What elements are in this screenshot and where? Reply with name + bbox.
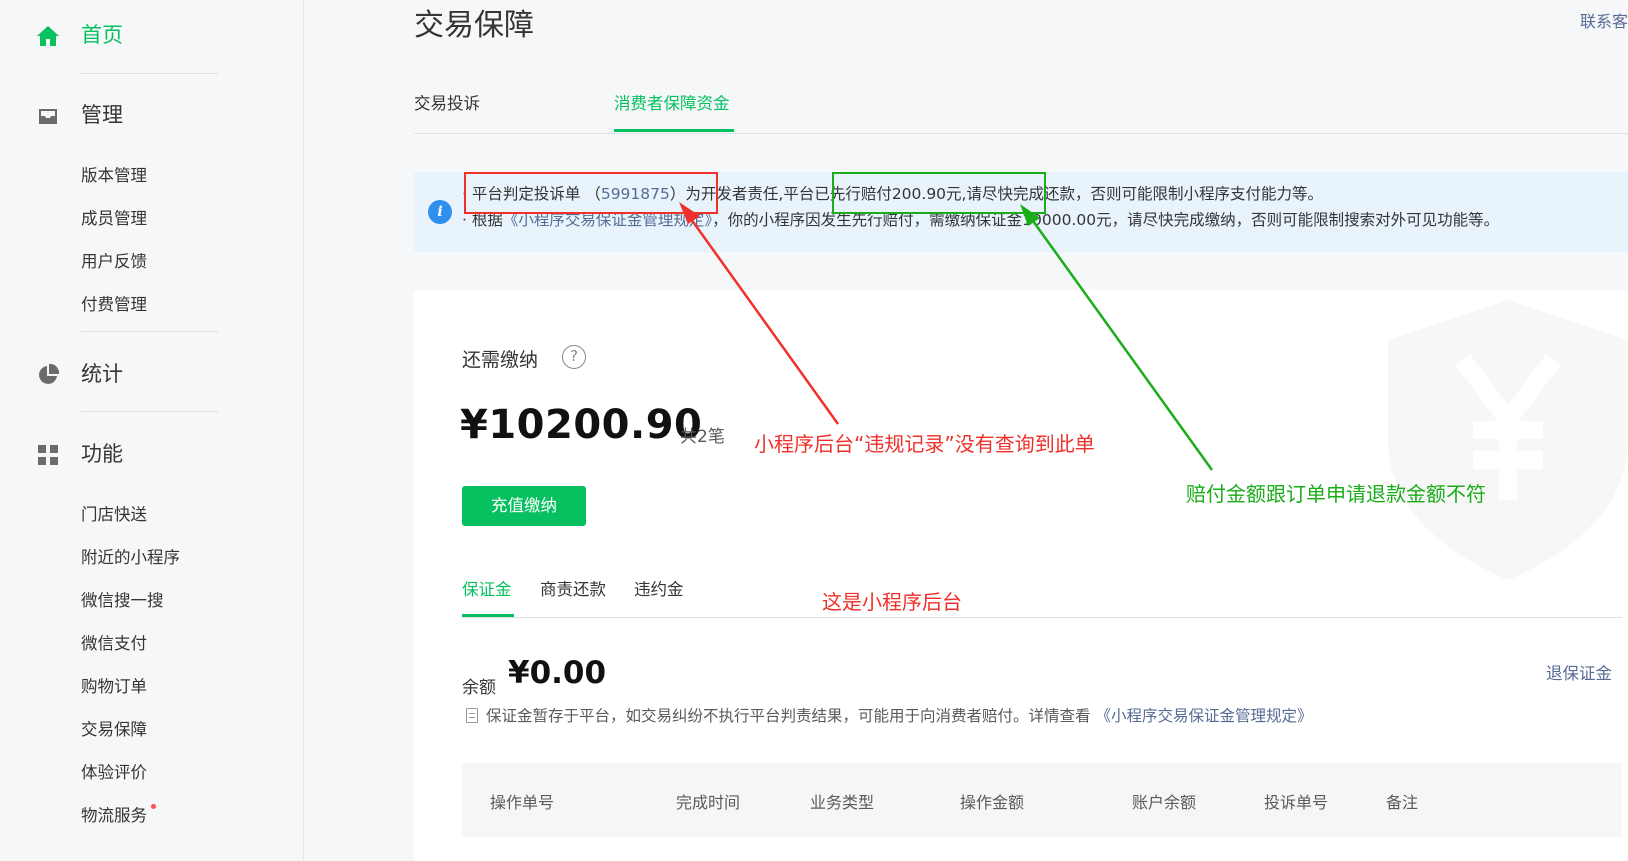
column-header: 完成时间 bbox=[676, 793, 741, 812]
document-icon bbox=[466, 708, 478, 723]
record-count: 共2笔 bbox=[680, 427, 725, 447]
tab-deposit[interactable]: 保证金 bbox=[462, 576, 512, 600]
top-tabs: 交易投诉 消费者保障资金 bbox=[414, 84, 1628, 134]
nav-stats[interactable]: 统计 bbox=[0, 353, 300, 393]
divider bbox=[81, 411, 218, 412]
sidebar-item-billing[interactable]: 付费管理 bbox=[81, 291, 147, 315]
pie-chart-icon bbox=[39, 363, 60, 384]
nav-home-label: 首页 bbox=[81, 23, 123, 47]
balance-label: 余额 bbox=[462, 678, 496, 698]
tab-merchant-repayment[interactable]: 商责还款 bbox=[540, 576, 606, 600]
column-header: 业务类型 bbox=[810, 793, 875, 812]
sidebar-item-logistics[interactable]: 物流服务 bbox=[81, 802, 156, 826]
nav-manage[interactable]: 管理 bbox=[0, 94, 300, 134]
column-header: 备注 bbox=[1386, 793, 1419, 812]
column-header: 账户余额 bbox=[1132, 793, 1197, 812]
active-tab-indicator bbox=[462, 614, 514, 617]
annotation-green-text: 赔付金额跟订单申请退款金额不符 bbox=[1186, 482, 1486, 506]
tab-penalty[interactable]: 违约金 bbox=[634, 576, 684, 600]
table-header: 操作单号 完成时间 业务类型 操作金额 账户余额 投诉单号 备注 bbox=[462, 763, 1622, 837]
sidebar-item-wechat-search[interactable]: 微信搜一搜 bbox=[81, 587, 164, 611]
notice-line2-suffix: ，你的小程序因发生先行赔付，需缴纳保证金10000.00元，请尽快完成缴纳，否则… bbox=[712, 211, 1500, 229]
page-title: 交易保障 bbox=[414, 8, 534, 43]
sidebar-item-nearby[interactable]: 附近的小程序 bbox=[81, 544, 180, 568]
need-pay-label: 还需缴纳 bbox=[462, 349, 539, 371]
home-icon bbox=[37, 26, 59, 46]
refund-deposit-link[interactable]: 退保证金 bbox=[1546, 660, 1612, 684]
column-header: 操作单号 bbox=[490, 793, 555, 812]
annotation-green-box bbox=[832, 172, 1046, 214]
unread-dot bbox=[151, 804, 156, 809]
column-header: 投诉单号 bbox=[1264, 793, 1329, 812]
column-header: 操作金额 bbox=[960, 793, 1025, 812]
inbox-icon bbox=[39, 109, 57, 124]
sidebar-item-members[interactable]: 成员管理 bbox=[81, 205, 147, 229]
balance-value: ¥0.00 bbox=[508, 655, 607, 691]
contact-link[interactable]: 联系客 bbox=[1580, 8, 1628, 32]
deposit-note: 保证金暂存于平台，如交易纠纷不执行平台判责结果，可能用于向消费者赔付。详情查看 … bbox=[466, 704, 1312, 726]
sidebar-item-reviews[interactable]: 体验评价 bbox=[81, 759, 147, 783]
sidebar: 首页 管理 版本管理 成员管理 用户反馈 付费管理 统计 功能 门店快送 附近的… bbox=[0, 0, 304, 861]
deposit-tabs: 保证金 商责还款 违约金 bbox=[462, 576, 1622, 618]
sidebar-item-trade-guarantee[interactable]: 交易保障 bbox=[81, 716, 147, 740]
divider bbox=[81, 73, 218, 74]
deposit-note-text: 保证金暂存于平台，如交易纠纷不执行平台判责结果，可能用于向消费者赔付。详情查看 bbox=[486, 707, 1091, 725]
nav-features[interactable]: 功能 bbox=[0, 433, 300, 473]
recharge-button[interactable]: 充值缴纳 bbox=[462, 486, 586, 526]
nav-stats-label: 统计 bbox=[81, 362, 123, 386]
nav-home[interactable]: 首页 bbox=[0, 14, 300, 54]
tab-consumer-protection-fund[interactable]: 消费者保障资金 bbox=[614, 90, 730, 114]
annotation-red-text: 小程序后台“违规记录”没有查询到此单 bbox=[754, 432, 1095, 456]
shield-yen-watermark-icon bbox=[1388, 300, 1628, 580]
sidebar-item-feedback[interactable]: 用户反馈 bbox=[81, 248, 147, 272]
annotation-red-text-2: 这是小程序后台 bbox=[822, 590, 962, 614]
deposit-card: 还需缴纳 ? ¥10200.90 共2笔 充值缴纳 保证金 商责还款 违约金 余… bbox=[414, 290, 1628, 861]
sidebar-item-logistics-label: 物流服务 bbox=[81, 806, 147, 825]
sidebar-item-wechat-pay[interactable]: 微信支付 bbox=[81, 630, 147, 654]
sidebar-item-orders[interactable]: 购物订单 bbox=[81, 673, 147, 697]
sidebar-item-store-delivery[interactable]: 门店快送 bbox=[81, 501, 147, 525]
nav-manage-label: 管理 bbox=[81, 103, 123, 127]
rules-link[interactable]: 《小程序交易保证金管理规定》 bbox=[1095, 707, 1312, 725]
nav-features-label: 功能 bbox=[81, 442, 123, 466]
active-tab-indicator bbox=[614, 129, 734, 132]
amount-due: ¥10200.90 bbox=[460, 402, 703, 448]
tab-complaints[interactable]: 交易投诉 bbox=[414, 90, 480, 114]
sidebar-item-version[interactable]: 版本管理 bbox=[81, 162, 147, 186]
help-icon[interactable]: ? bbox=[562, 345, 586, 369]
info-icon: i bbox=[428, 200, 452, 224]
annotation-red-box bbox=[464, 172, 718, 214]
grid-icon bbox=[38, 445, 58, 465]
divider bbox=[81, 331, 218, 332]
